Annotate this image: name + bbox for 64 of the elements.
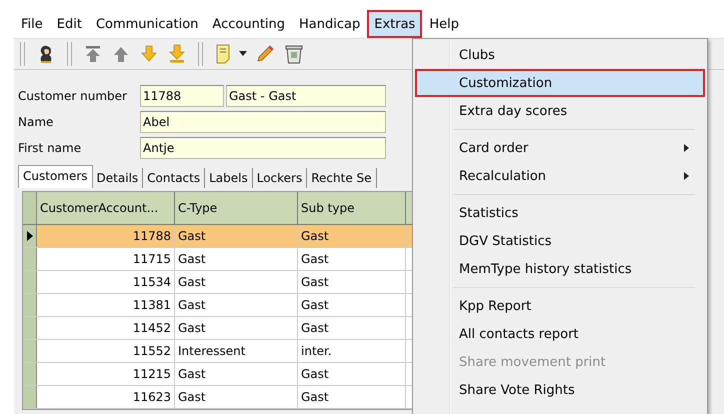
- column-header[interactable]: C-Type: [175, 192, 298, 224]
- table-cell: Gast: [298, 271, 406, 293]
- name-field[interactable]: Abel: [140, 111, 386, 133]
- row-indicator: [23, 386, 37, 408]
- menu-item[interactable]: All contacts report: [415, 320, 705, 348]
- column-header[interactable]: CustomerAccount...: [37, 192, 175, 224]
- menu-item[interactable]: Kpp Report: [415, 292, 705, 320]
- column-header[interactable]: Sub type: [298, 192, 406, 224]
- row-indicator: [23, 248, 37, 270]
- menu-bar-item[interactable]: Edit: [50, 10, 89, 38]
- table-cell: 11452: [37, 317, 175, 339]
- table-cell: 11534: [37, 271, 175, 293]
- table-cell: Gast: [175, 363, 298, 385]
- submenu-arrow-icon: [684, 172, 689, 180]
- table-cell: Gast: [175, 386, 298, 408]
- menu-item[interactable]: Share Vote Rights: [415, 376, 705, 404]
- row-indicator: [23, 271, 37, 293]
- menu-item[interactable]: Statistics: [415, 199, 705, 227]
- menu-bar-item[interactable]: Help: [422, 10, 466, 38]
- table-cell: 11788: [37, 225, 175, 247]
- menu-item[interactable]: Card order: [415, 134, 705, 162]
- menu-bar-item[interactable]: Communication: [88, 10, 206, 38]
- table-cell: Gast: [175, 294, 298, 316]
- row-indicator: [23, 363, 37, 385]
- table-cell: inter.: [298, 340, 406, 362]
- menu-bar-item[interactable]: Accounting: [205, 10, 292, 38]
- first-name-field[interactable]: Antje: [140, 137, 386, 159]
- customer-type-field[interactable]: Gast - Gast: [226, 85, 386, 107]
- menu-item[interactable]: MemType history statistics: [415, 255, 705, 283]
- table-cell: 11623: [37, 386, 175, 408]
- row-indicator: [23, 340, 37, 362]
- table-cell: Gast: [298, 294, 406, 316]
- table-row[interactable]: 11788 Gast Gast: [23, 225, 412, 248]
- field-label: Customer number: [18, 89, 128, 103]
- table-cell: Interessent: [175, 340, 298, 362]
- table-cell: 11715: [37, 248, 175, 270]
- menu-item[interactable]: Recalculation: [415, 162, 705, 190]
- menu-item[interactable]: Clubs: [415, 41, 705, 69]
- menu-bar-item[interactable]: File: [14, 10, 50, 38]
- menu-item[interactable]: Customization: [415, 69, 705, 97]
- table-cell: Gast: [298, 363, 406, 385]
- row-indicator: [23, 294, 37, 316]
- table-cell: Gast: [175, 271, 298, 293]
- table-cell: Gast: [175, 225, 298, 247]
- menu-item[interactable]: Extra day scores: [415, 97, 705, 125]
- table-cell: Gast: [298, 386, 406, 408]
- table-cell: 11381: [37, 294, 175, 316]
- table-cell: Gast: [298, 317, 406, 339]
- submenu-arrow-icon: [684, 144, 689, 152]
- table-cell: Gast: [298, 248, 406, 270]
- table-cell: 11552: [37, 340, 175, 362]
- menu-item[interactable]: DGV Statistics: [415, 227, 705, 255]
- field-label: Name: [18, 115, 54, 129]
- current-row-icon: [26, 231, 32, 241]
- menu-bar-item[interactable]: Handicap: [292, 10, 368, 38]
- table-cell: 11215: [37, 363, 175, 385]
- table-cell: Gast: [175, 317, 298, 339]
- field-label: First name: [18, 141, 82, 155]
- menu-bar-item[interactable]: Extras: [367, 10, 422, 38]
- tab[interactable]: Customers: [18, 165, 93, 188]
- customer-number-field[interactable]: 11788: [140, 85, 224, 107]
- table-cell: Gast: [298, 225, 406, 247]
- table-cell: Gast: [175, 248, 298, 270]
- row-indicator: [23, 317, 37, 339]
